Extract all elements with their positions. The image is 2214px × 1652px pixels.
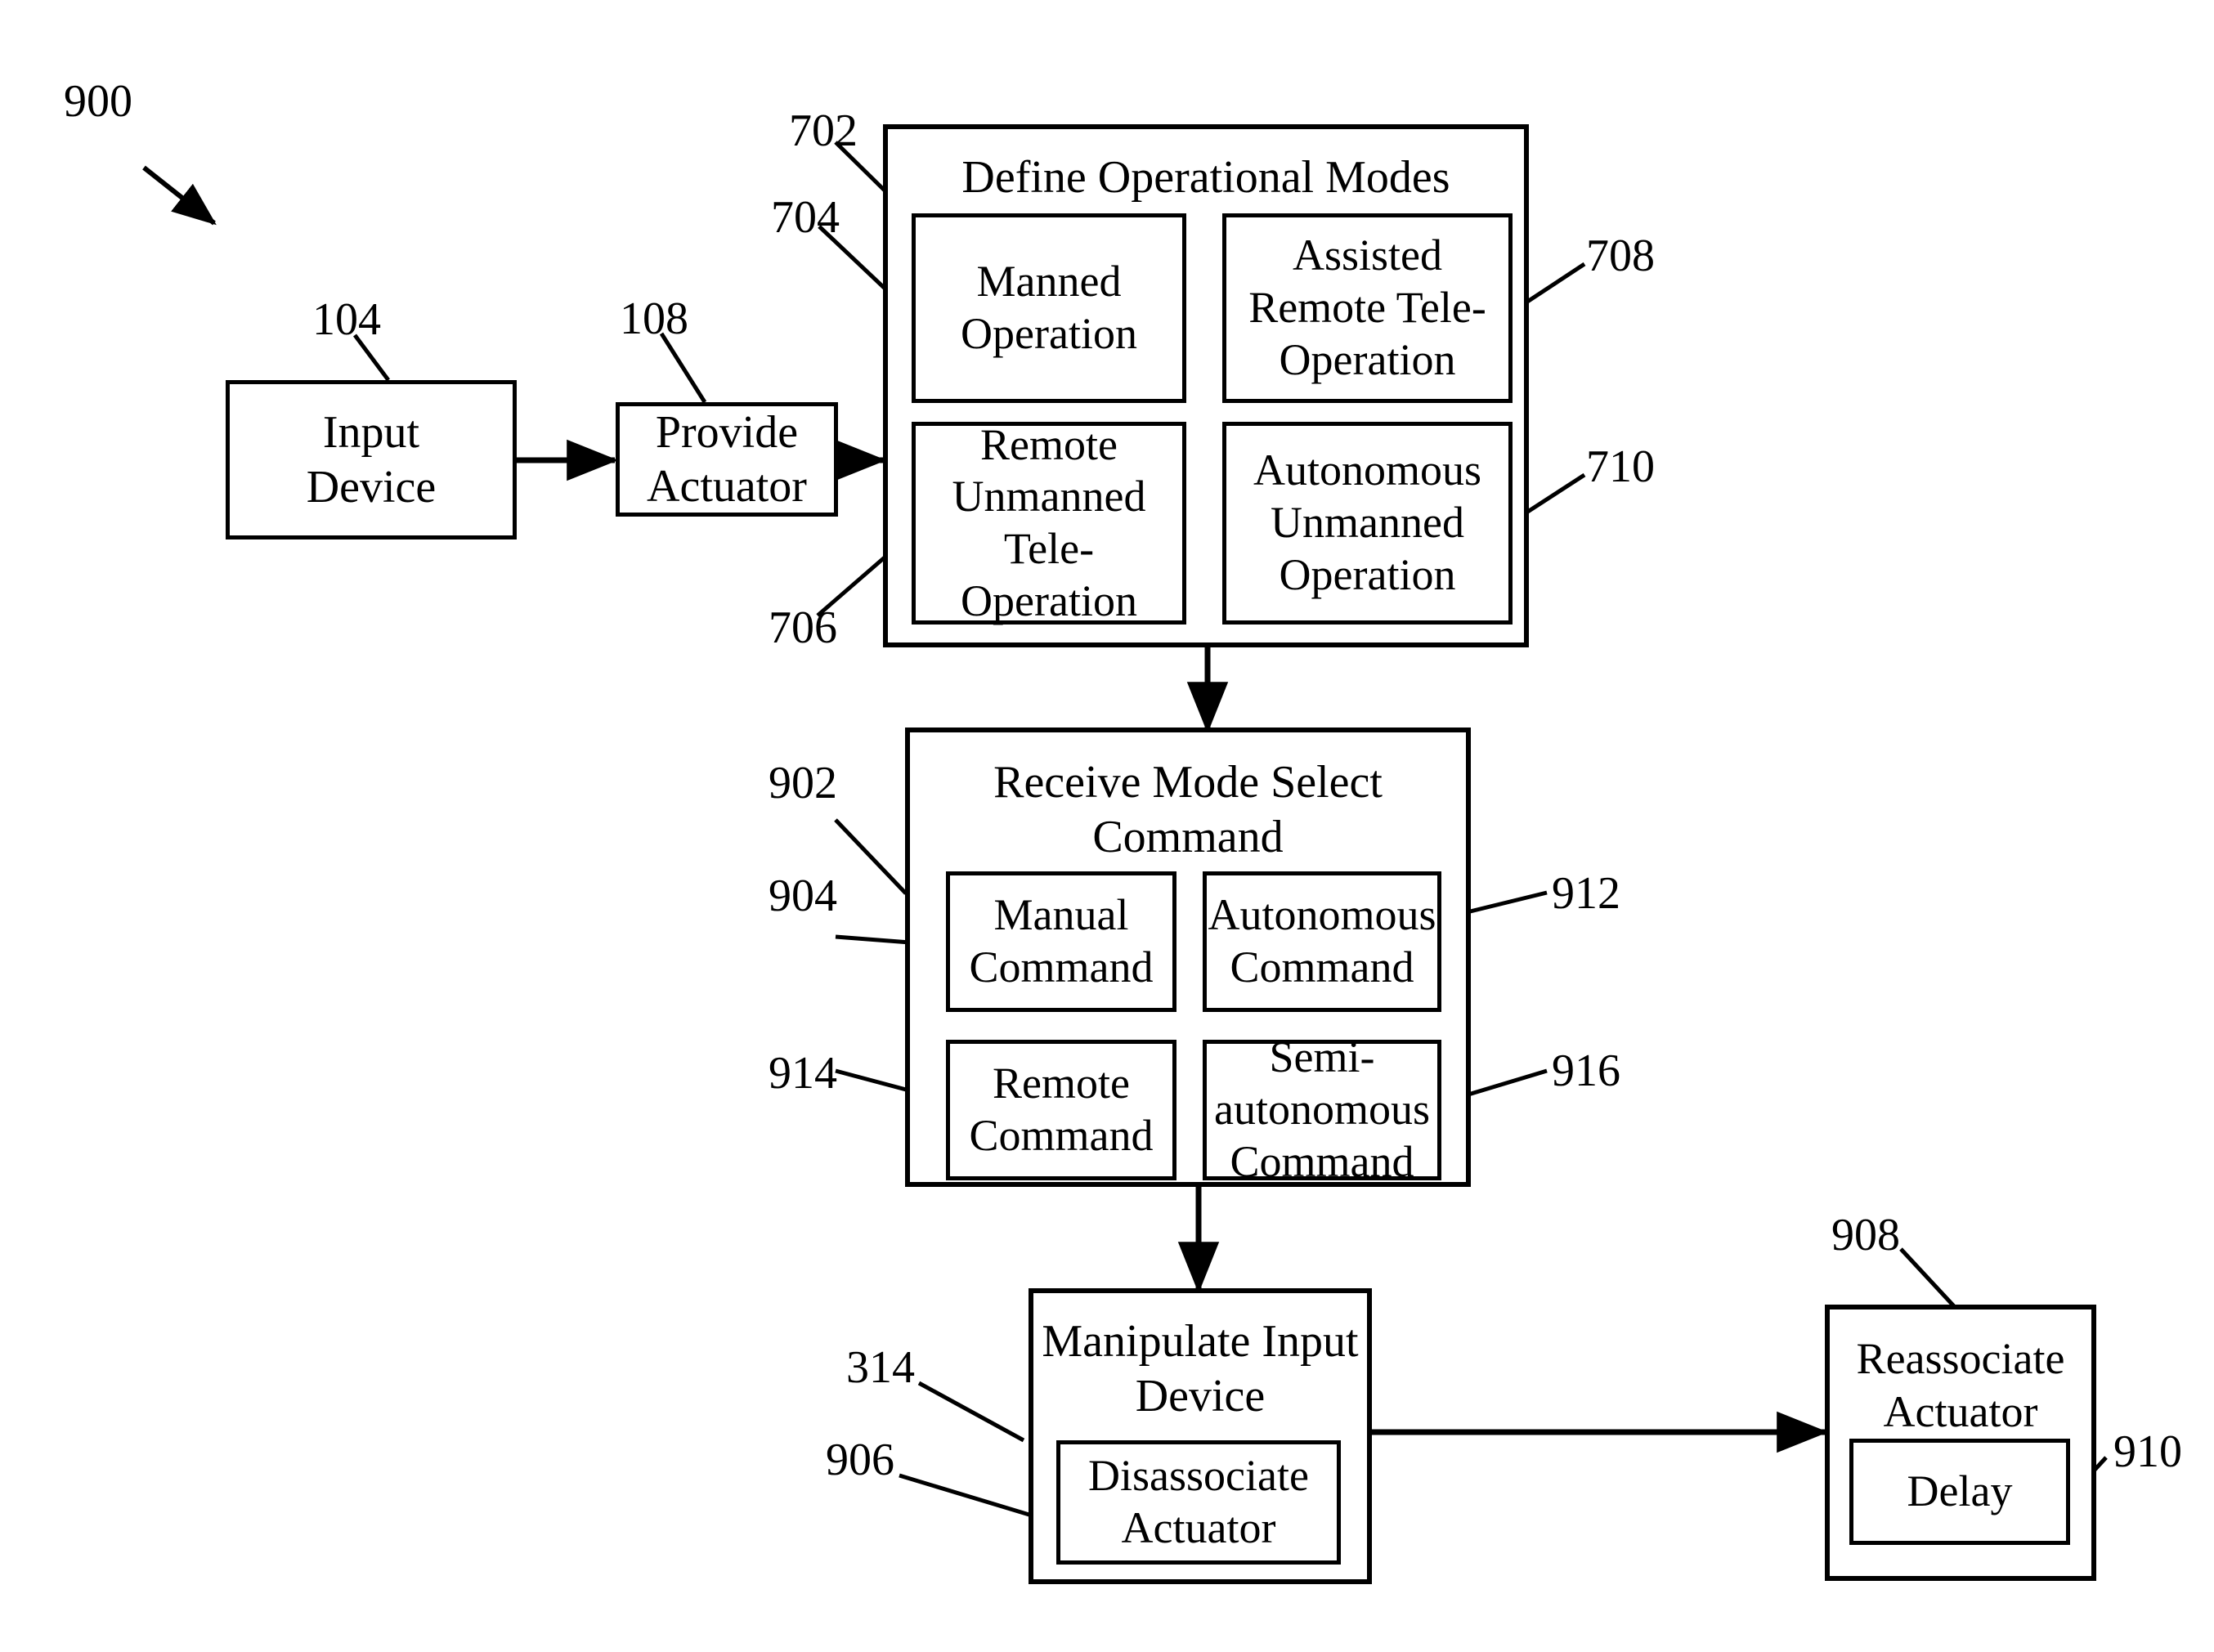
refnum-906: 906 <box>826 1435 894 1485</box>
delay-box[interactable]: Delay <box>1849 1439 2070 1545</box>
patent-figure-900: 900 104 108 702 704 706 708 710 902 904 … <box>0 0 2214 1652</box>
mode-label-manned-operation: Manned Operation <box>961 257 1137 358</box>
mode-box-remote-unmanned-tele-operation[interactable]: Remote Unmanned Tele- Operation <box>912 419 1186 625</box>
refnum-708: 708 <box>1586 231 1655 281</box>
provide-actuator-box[interactable]: Provide Actuator <box>616 402 838 517</box>
provide-actuator-label: Provide Actuator <box>647 406 807 512</box>
refnum-314: 314 <box>846 1342 915 1393</box>
leader-314 <box>917 1381 1025 1443</box>
command-box-autonomous[interactable]: Autonomous Command <box>1203 871 1441 1012</box>
receive-mode-select-command-title: Receive Mode Select Command <box>993 757 1383 863</box>
mode-box-autonomous-unmanned-operation[interactable]: Autonomous Unmanned Operation <box>1222 422 1513 625</box>
input-device-box[interactable]: Input Device <box>226 380 517 539</box>
refnum-702: 702 <box>789 105 858 156</box>
mode-box-manned-operation[interactable]: Manned Operation <box>912 213 1186 403</box>
refnum-904: 904 <box>769 871 837 921</box>
receive-mode-select-command-box[interactable]: Receive Mode Select Command Manual Comma… <box>905 728 1471 1187</box>
refnum-900: 900 <box>64 76 132 127</box>
refnum-908: 908 <box>1831 1210 1900 1260</box>
leader-906 <box>899 1473 1041 1520</box>
input-device-label: Input Device <box>306 407 437 513</box>
manipulate-input-device-title: Manipulate Input Device <box>1042 1316 1359 1422</box>
refnum-104: 104 <box>312 294 381 345</box>
command-box-manual[interactable]: Manual Command <box>946 871 1176 1012</box>
refnum-914: 914 <box>769 1048 837 1099</box>
command-label-semi-autonomous: Semi- autonomous Command <box>1214 1032 1430 1186</box>
command-label-remote: Remote Command <box>969 1059 1154 1160</box>
command-label-manual: Manual Command <box>969 890 1154 992</box>
reassociate-actuator-box[interactable]: Reassociate Actuator Delay <box>1825 1305 2096 1581</box>
mode-label-autonomous-unmanned-operation: Autonomous Unmanned Operation <box>1253 445 1482 599</box>
mode-label-assisted-remote-tele-operation: Assisted Remote Tele- Operation <box>1248 231 1486 384</box>
refnum-912: 912 <box>1552 868 1620 919</box>
command-box-semi-autonomous[interactable]: Semi- autonomous Command <box>1203 1032 1441 1186</box>
leader-916 <box>1459 1068 1548 1099</box>
define-operational-modes-box[interactable]: Define Operational Modes Manned Operatio… <box>883 124 1529 647</box>
refnum-902: 902 <box>769 758 837 808</box>
refnum-706: 706 <box>769 602 837 653</box>
manipulate-input-device-box[interactable]: Manipulate Input Device Disassociate Act… <box>1029 1288 1372 1584</box>
mode-label-remote-unmanned-tele-operation: Remote Unmanned Tele- Operation <box>952 419 1146 625</box>
define-operational-modes-title: Define Operational Modes <box>961 152 1450 203</box>
command-box-remote[interactable]: Remote Command <box>946 1040 1176 1180</box>
leader-908 <box>1899 1247 1956 1308</box>
refnum-916: 916 <box>1552 1045 1620 1096</box>
disassociate-actuator-label: Disassociate Actuator <box>1088 1451 1309 1552</box>
refnum-704: 704 <box>771 192 840 243</box>
delay-label: Delay <box>1907 1466 2013 1516</box>
reassociate-actuator-title: Reassociate Actuator <box>1856 1334 2065 1436</box>
command-label-autonomous: Autonomous Command <box>1208 890 1436 992</box>
refnum-710: 710 <box>1586 441 1655 492</box>
leader-902 <box>834 818 908 895</box>
refnum-108: 108 <box>620 293 688 344</box>
figure-900-pointer <box>142 165 217 226</box>
disassociate-actuator-box[interactable]: Disassociate Actuator <box>1056 1440 1341 1565</box>
leader-912 <box>1463 890 1548 916</box>
mode-box-assisted-remote-tele-operation[interactable]: Assisted Remote Tele- Operation <box>1222 213 1513 403</box>
refnum-910: 910 <box>2113 1426 2182 1477</box>
